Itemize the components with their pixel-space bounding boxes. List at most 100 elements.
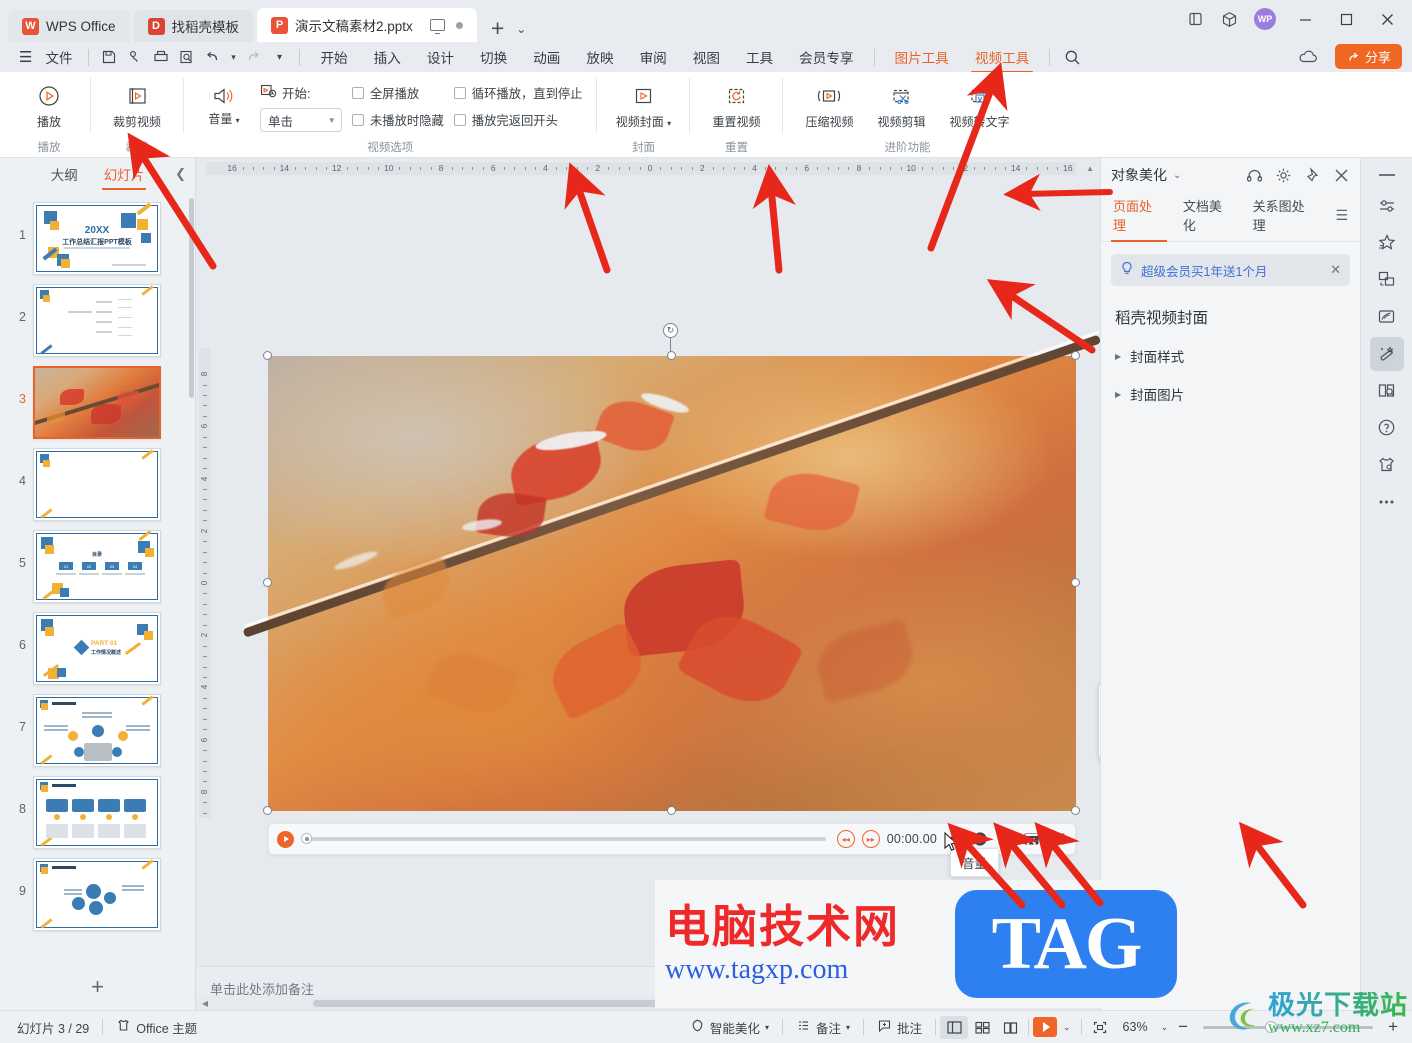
section-cover-style[interactable]: ▶ 封面样式 xyxy=(1115,346,1360,366)
reset-video-button[interactable]: 重置视频 xyxy=(700,78,772,130)
ribbon-tab-picture-tools[interactable]: 图片工具 xyxy=(882,43,962,71)
feather-icon[interactable] xyxy=(1370,300,1404,334)
list-item[interactable]: 8 xyxy=(0,772,195,854)
tab-relation-diagram[interactable]: 关系图处理 xyxy=(1253,196,1318,241)
resize-handle-e[interactable] xyxy=(1071,578,1080,587)
scroll-up-icon[interactable]: ▲ xyxy=(1086,164,1094,173)
list-item[interactable]: 2 xyxy=(0,280,195,362)
resize-handle-ne[interactable] xyxy=(1071,351,1080,360)
ribbon-tab-insert[interactable]: 插入 xyxy=(361,43,414,71)
ribbon-tab-video-tools[interactable]: 视频工具 xyxy=(962,43,1042,73)
list-item[interactable]: 5 目录 01 02 03 04 xyxy=(0,526,195,608)
magic-wand-icon[interactable] xyxy=(1369,336,1404,371)
zoom-out-button[interactable]: − xyxy=(1172,1015,1194,1039)
tab-slides[interactable]: 幻灯片 xyxy=(101,164,146,190)
zoom-dropdown-icon[interactable]: ⌄ xyxy=(1157,1015,1173,1039)
info-icon[interactable] xyxy=(970,830,989,849)
promo-banner[interactable]: 超级会员买1年送1个月 ✕ xyxy=(1111,254,1350,286)
resize-handle-w[interactable] xyxy=(263,578,272,587)
close-button[interactable] xyxy=(1368,4,1406,34)
cloud-icon[interactable] xyxy=(1296,46,1320,68)
slide-thumbnail-8[interactable] xyxy=(33,776,161,849)
list-item[interactable]: 1 20XX 工作总结汇报PPT模板 xyxy=(0,198,195,280)
tab-wps-office[interactable]: W WPS Office xyxy=(8,10,130,42)
slide-thumbnail-9[interactable] xyxy=(33,858,161,931)
minimize-button[interactable] xyxy=(1286,4,1324,34)
print-preview-icon[interactable] xyxy=(122,45,148,69)
checkbox-hide-when-not-playing[interactable]: 未播放时隐藏 xyxy=(352,107,444,132)
resize-handle-se[interactable] xyxy=(1071,806,1080,815)
slide-thumbnail-2[interactable] xyxy=(33,284,161,357)
compress-video-button[interactable]: 压缩视频 xyxy=(793,78,865,130)
play-icon[interactable] xyxy=(277,830,294,848)
redo-icon[interactable] xyxy=(240,45,266,69)
ribbon-tab-animation[interactable]: 动画 xyxy=(520,43,573,71)
video-poster-button[interactable]: 视频封面 ▾ xyxy=(607,78,679,130)
tab-outline[interactable]: 大纲 xyxy=(51,164,78,184)
list-item[interactable]: 4 xyxy=(0,444,195,526)
list-item[interactable]: 7 xyxy=(0,690,195,772)
seek-knob[interactable] xyxy=(301,833,312,844)
ribbon-tab-review[interactable]: 审阅 xyxy=(627,43,680,71)
reading-view-icon[interactable] xyxy=(996,1016,1024,1039)
present-monitor-icon[interactable] xyxy=(429,19,445,34)
tab-document-beautify[interactable]: 文档美化 xyxy=(1183,196,1235,241)
shapes-icon[interactable] xyxy=(1370,263,1404,297)
list-item[interactable]: 3 xyxy=(0,362,195,444)
video-object[interactable] xyxy=(242,330,1100,815)
hamburger-icon[interactable]: ☰ xyxy=(1335,207,1348,231)
more-dropdown-icon[interactable]: ▾ xyxy=(266,45,292,69)
settings-gear-icon[interactable] xyxy=(1275,167,1292,184)
horizontal-ruler[interactable]: 16 14 12 10 8 6 4 2 0 2 4 6 8 10 12 14 16 ▲ xyxy=(196,158,1100,178)
more-dots-icon[interactable] xyxy=(1370,485,1404,519)
menu-hamburger-icon[interactable]: ☰ xyxy=(10,44,36,70)
ribbon-tab-start[interactable]: 开始 xyxy=(307,43,360,71)
promo-close-icon[interactable]: ✕ xyxy=(1330,262,1341,278)
trim-video-button[interactable]: 裁剪视频 xyxy=(101,78,173,130)
book-search-icon[interactable] xyxy=(1370,374,1404,408)
collapse-dash-icon[interactable] xyxy=(1378,174,1395,176)
slide-thumbnail-4[interactable] xyxy=(33,448,161,521)
ribbon-tab-transition[interactable]: 切换 xyxy=(467,43,520,71)
list-item[interactable]: 6 PART 01 工作情况概述 xyxy=(0,608,195,690)
theme-button[interactable]: Office 主题 xyxy=(107,1015,206,1039)
ribbon-tab-tools[interactable]: 工具 xyxy=(733,43,786,71)
ribbon-tab-member[interactable]: 会员专享 xyxy=(786,43,866,71)
video-edit-button[interactable]: 视频剪辑 xyxy=(865,78,937,130)
slide-thumbnail-6[interactable]: PART 01 工作情况概述 xyxy=(33,612,161,685)
ribbon-tab-design[interactable]: 设计 xyxy=(414,43,467,71)
promo-text[interactable]: 超级会员买1年送1个月 xyxy=(1141,261,1267,280)
save-icon[interactable] xyxy=(96,45,122,69)
normal-view-icon[interactable] xyxy=(940,1015,968,1039)
sliders-icon[interactable] xyxy=(1370,189,1404,223)
pin-icon[interactable] xyxy=(1304,167,1321,184)
vertical-ruler[interactable]: 8 6 4 2 0 2 4 6 8 xyxy=(196,178,214,966)
headphone-icon[interactable] xyxy=(1246,167,1263,184)
menu-file[interactable]: 文件 xyxy=(36,44,81,70)
start-select[interactable]: 单击 ▾ xyxy=(260,108,342,132)
close-icon[interactable] xyxy=(1333,167,1350,184)
tab-page-processing[interactable]: 页面处理 xyxy=(1111,196,1167,242)
resize-handle-s[interactable] xyxy=(667,806,676,815)
slide-sorter-icon[interactable] xyxy=(968,1016,996,1039)
add-slide-button[interactable]: + xyxy=(0,964,195,1010)
chevron-down-icon[interactable]: ⌄ xyxy=(1173,170,1181,181)
video-to-text-button[interactable]: 视频转文字 xyxy=(937,78,1021,130)
play-slideshow-icon[interactable] xyxy=(1033,1017,1057,1037)
find-icon[interactable] xyxy=(174,45,200,69)
chevron-left-icon[interactable]: ❮ xyxy=(175,166,186,182)
forward-icon[interactable]: ▸▸ xyxy=(861,830,880,848)
video-to-text-icon[interactable] xyxy=(1048,830,1067,849)
checkbox-fullscreen[interactable]: 全屏播放 xyxy=(352,80,444,105)
tab-modified-dot[interactable] xyxy=(455,21,463,29)
rotate-handle[interactable]: ↻ xyxy=(663,323,678,338)
share-button[interactable]: 分享 xyxy=(1334,44,1402,69)
notes-button[interactable]: 备注 ▾ xyxy=(787,1015,859,1039)
list-item[interactable]: 9 xyxy=(0,854,195,936)
undo-icon[interactable] xyxy=(200,45,226,69)
video-seek-slider[interactable] xyxy=(301,833,826,844)
search-icon[interactable] xyxy=(1057,45,1087,69)
ribbon-tab-slideshow[interactable]: 放映 xyxy=(573,43,626,71)
undo-dropdown-icon[interactable]: ▾ xyxy=(226,45,240,69)
poster-image-icon[interactable] xyxy=(996,830,1015,849)
